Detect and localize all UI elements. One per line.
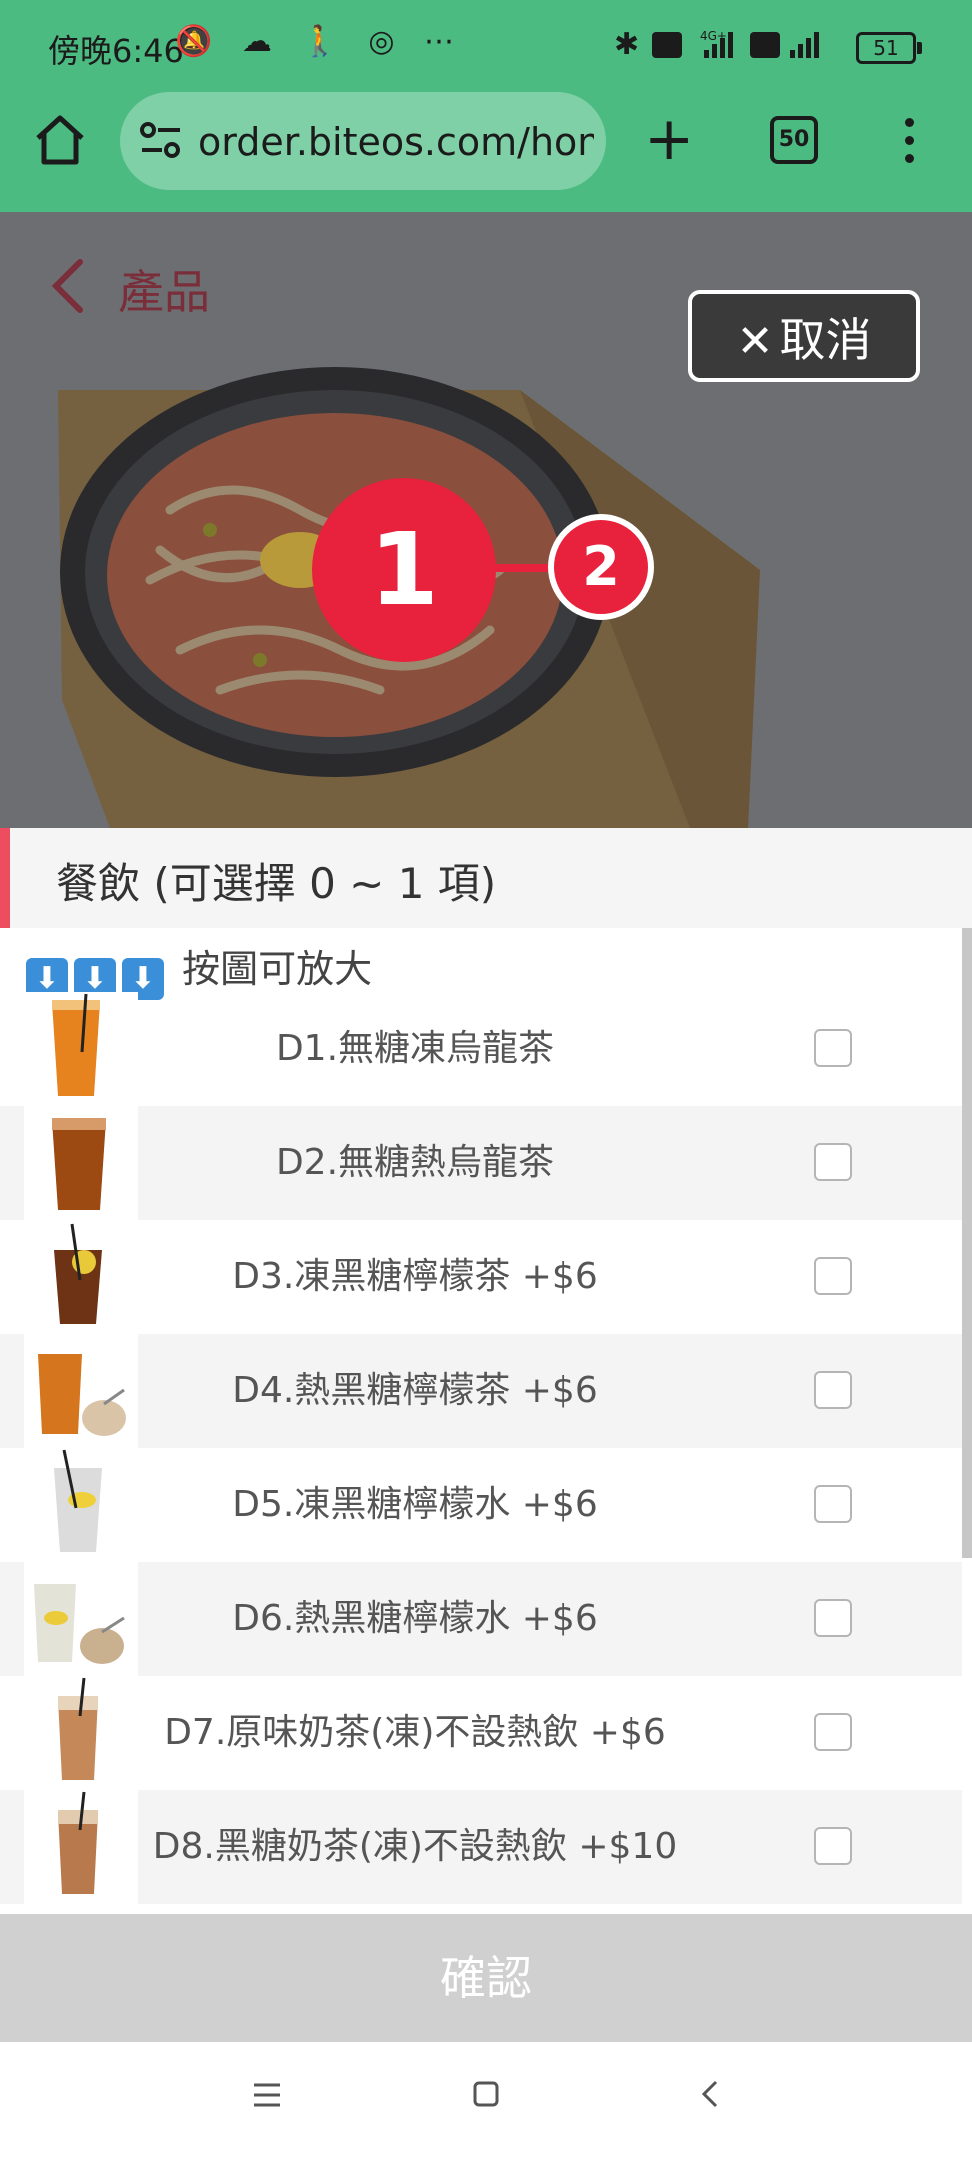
item-label: D1.無糖凍烏龍茶 xyxy=(275,1028,555,1069)
item-checkbox[interactable] xyxy=(814,1485,852,1523)
item-label: D8.黑糖奶茶(凍)不設熱飲 +$10 xyxy=(152,1826,678,1867)
annotation-marker-1: 1 xyxy=(312,478,496,662)
drink-thumbnail[interactable] xyxy=(24,1562,138,1676)
drink-thumbnail[interactable] xyxy=(24,1790,138,1904)
list-item[interactable]: D2.無糖熱烏龍茶 xyxy=(0,1106,962,1220)
annotation-marker-2: 2 xyxy=(548,514,654,620)
home-nav-icon[interactable] xyxy=(472,2080,500,2108)
item-checkbox[interactable] xyxy=(814,1827,852,1865)
item-checkbox[interactable] xyxy=(814,1599,852,1637)
chevron-left-icon xyxy=(51,259,83,313)
list-scrollbar[interactable] xyxy=(962,928,972,1558)
page-title: 產品 xyxy=(118,265,210,319)
url-bar[interactable]: order.biteos.com/hom xyxy=(120,92,606,190)
back-button[interactable] xyxy=(48,258,88,318)
browser-menu-button[interactable] xyxy=(902,118,916,168)
list-item[interactable]: D4.熱黑糖檸檬茶 +$6 xyxy=(0,1334,962,1448)
option-group-title: 餐飲 (可選擇 0 ~ 1 項) xyxy=(56,859,497,908)
cancel-button[interactable]: ✕ 取消 xyxy=(688,290,920,382)
status-bar: 傍晚6:46 🔕 ☁ 🚶 ◎ ⋯ ✱ 4G+ 51 xyxy=(0,0,972,92)
item-label: D3.凍黑糖檸檬茶 +$6 xyxy=(232,1256,598,1297)
confirm-button[interactable]: 確認 xyxy=(0,1914,972,2042)
battery-icon: 51 xyxy=(856,32,922,64)
item-label: D5.凍黑糖檸檬水 +$6 xyxy=(232,1484,598,1525)
item-label: D2.無糖熱烏龍茶 xyxy=(275,1142,555,1183)
list-item[interactable]: D6.熱黑糖檸檬水 +$6 xyxy=(0,1562,962,1676)
item-checkbox[interactable] xyxy=(814,1713,852,1751)
drink-thumbnail[interactable] xyxy=(24,1448,138,1562)
tab-switcher-button[interactable]: 50 xyxy=(770,116,818,164)
drink-thumbnail[interactable] xyxy=(24,1106,138,1220)
zoom-hint-text: 按圖可放大 xyxy=(182,947,373,991)
item-checkbox[interactable] xyxy=(814,1257,852,1295)
list-item[interactable]: D5.凍黑糖檸檬水 +$6 xyxy=(0,1448,962,1562)
drink-thumbnail[interactable] xyxy=(24,1220,138,1334)
home-icon xyxy=(36,115,84,165)
list-item[interactable]: D3.凍黑糖檸檬茶 +$6 xyxy=(0,1220,962,1334)
item-label: D6.熱黑糖檸檬水 +$6 xyxy=(232,1598,598,1639)
home-button[interactable] xyxy=(32,112,88,168)
item-checkbox[interactable] xyxy=(814,1143,852,1181)
status-time: 傍晚6:46 xyxy=(48,32,184,70)
option-group-header: 餐飲 (可選擇 0 ~ 1 項) xyxy=(0,828,972,928)
status-signal-icons: ✱ 4G+ xyxy=(612,26,832,69)
cancel-label: 取消 xyxy=(779,313,872,367)
browser-toolbar: order.biteos.com/hom + 50 xyxy=(0,92,972,212)
item-label: D4.熱黑糖檸檬茶 +$6 xyxy=(232,1370,598,1411)
new-tab-button[interactable]: + xyxy=(644,104,694,174)
back-nav-icon[interactable] xyxy=(698,2078,722,2110)
item-checkbox[interactable] xyxy=(814,1029,852,1067)
close-icon: ✕ xyxy=(736,316,774,367)
list-item[interactable]: D7.原味奶茶(凍)不設熱飲 +$6 xyxy=(0,1676,962,1790)
zoom-hint: ⬇ ⬇ ⬇ 按圖可放大 xyxy=(26,938,372,1000)
signal-icon: ✱ 4G+ xyxy=(614,27,819,62)
drink-thumbnail[interactable] xyxy=(24,992,138,1106)
svg-text:✱: ✱ xyxy=(614,27,639,62)
site-settings-icon xyxy=(140,122,180,158)
drink-thumbnail[interactable] xyxy=(24,1676,138,1790)
drink-thumbnail[interactable] xyxy=(24,1334,138,1448)
url-text: order.biteos.com/hom xyxy=(198,120,594,164)
status-notification-icons: 🔕 ☁ 🚶 ◎ ⋯ xyxy=(175,24,465,59)
system-nav-bar xyxy=(0,2042,972,2160)
item-checkbox[interactable] xyxy=(814,1371,852,1409)
list-item[interactable]: D1.無糖凍烏龍茶 xyxy=(0,992,962,1106)
item-label: D7.原味奶茶(凍)不設熱飲 +$6 xyxy=(164,1712,666,1753)
recent-apps-icon[interactable] xyxy=(252,2082,282,2108)
annotation-connector xyxy=(494,564,552,572)
list-item[interactable]: D8.黑糖奶茶(凍)不設熱飲 +$10 xyxy=(0,1790,962,1904)
